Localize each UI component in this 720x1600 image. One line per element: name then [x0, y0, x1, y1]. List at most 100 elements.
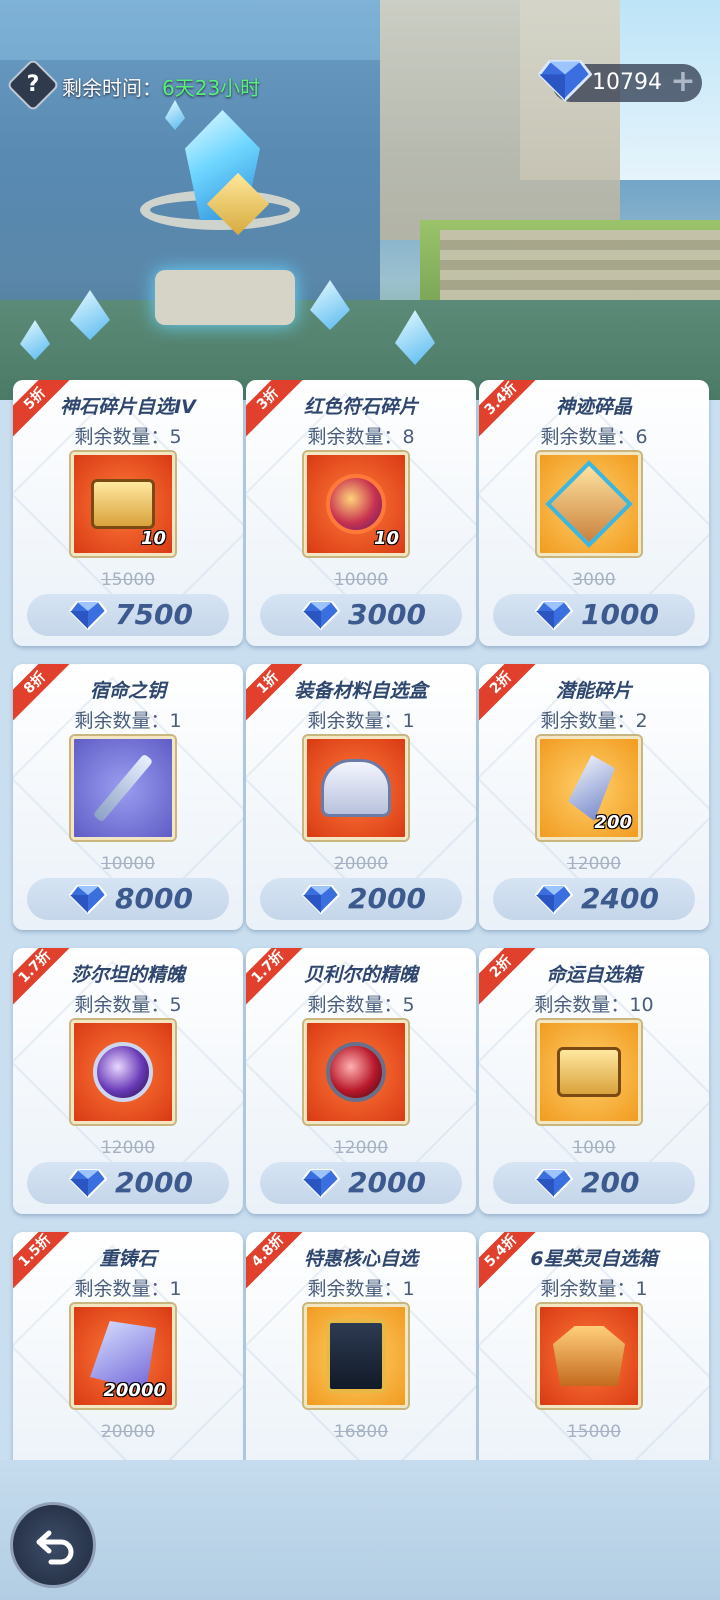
shop-item-card[interactable]: 5折 神石碎片自选IV 剩余数量：5 10 15000 7500	[13, 380, 243, 646]
buy-button[interactable]: 2000	[27, 1162, 229, 1204]
original-price: 3000	[572, 570, 616, 590]
item-name: 潜能碎片	[555, 680, 632, 702]
shop-item-card[interactable]: 1折 装备材料自选盒 剩余数量：1 20000 2000	[246, 664, 476, 930]
item-stock: 剩余数量：10	[534, 994, 654, 1016]
item-stock: 剩余数量：5	[74, 426, 182, 448]
gem-balance-panel: 10794 +	[538, 60, 702, 102]
item-name: 命运自选箱	[546, 964, 642, 986]
gem-balance: 10794	[592, 70, 662, 95]
ruin-wall	[380, 0, 620, 240]
core-card-icon[interactable]	[304, 1304, 408, 1408]
buy-button[interactable]: 8000	[27, 878, 229, 920]
back-button[interactable]	[10, 1502, 96, 1588]
crystal-pedestal	[155, 270, 295, 325]
original-price: 15000	[100, 570, 156, 590]
gem-icon	[535, 601, 573, 630]
shop-item-card[interactable]: 4.8折 特惠核心自选 剩余数量：1 16800	[246, 1232, 476, 1498]
shop-item-card[interactable]: 2折 潜能碎片 剩余数量：2 200 12000 2400	[479, 664, 709, 930]
remaining-time-value: 6天23小时	[162, 76, 261, 100]
buy-button[interactable]: 2400	[493, 878, 695, 920]
item-quantity: 10	[140, 528, 166, 549]
item-stock: 剩余数量：1	[307, 1278, 415, 1300]
item-stock: 剩余数量：5	[74, 994, 182, 1016]
original-price: 10000	[100, 854, 156, 874]
gem-icon	[538, 60, 592, 102]
shop-item-grid: 5折 神石碎片自选IV 剩余数量：5 10 15000 7500 3折 红色符石碎片 剩余数量：…	[0, 380, 720, 1498]
remaining-time-label: 剩余时间：	[62, 76, 162, 100]
item-name: 神石碎片自选IV	[60, 396, 196, 418]
item-quantity: 10	[373, 528, 399, 549]
buy-button[interactable]: 200	[493, 1162, 695, 1204]
buy-button[interactable]: 2000	[260, 878, 462, 920]
hero-helm-icon[interactable]	[537, 1304, 641, 1408]
add-gems-button[interactable]: +	[668, 66, 698, 98]
shop-item-card[interactable]: 1.5折 重铸石 剩余数量：1 20000 20000	[13, 1232, 243, 1498]
original-price: 1000	[572, 1138, 616, 1158]
item-stock: 剩余数量：1	[307, 710, 415, 732]
shop-item-card[interactable]: 1.7折 贝利尔的精魄 剩余数量：5 12000 2000	[246, 948, 476, 1214]
gem-icon	[535, 1169, 573, 1198]
original-price: 15000	[566, 1422, 622, 1442]
item-name: 装备材料自选盒	[294, 680, 428, 702]
item-name: 红色符石碎片	[303, 396, 418, 418]
item-name: 莎尔坦的精魄	[70, 964, 185, 986]
purple-orb-icon[interactable]	[71, 1020, 175, 1124]
potential-shard-icon[interactable]: 200	[537, 736, 641, 840]
item-stock: 剩余数量：5	[307, 994, 415, 1016]
sale-price: 3000	[348, 598, 426, 631]
gem-icon	[69, 601, 107, 630]
original-price: 12000	[333, 1138, 389, 1158]
buy-button[interactable]: 3000	[260, 594, 462, 636]
bottom-bar	[0, 1460, 720, 1600]
red-orb-icon[interactable]	[304, 1020, 408, 1124]
gem-icon	[69, 1169, 107, 1198]
shop-item-card[interactable]: 5.4折 6星英灵自选箱 剩余数量：1 15000	[479, 1232, 709, 1498]
recast-stone-icon[interactable]: 20000	[71, 1304, 175, 1408]
item-name: 贝利尔的精魄	[303, 964, 418, 986]
gem-icon	[302, 601, 340, 630]
buy-button[interactable]: 2000	[260, 1162, 462, 1204]
destiny-key-icon[interactable]	[71, 736, 175, 840]
sale-price: 1000	[581, 598, 659, 631]
item-name: 特惠核心自选	[303, 1248, 418, 1270]
shop-item-card[interactable]: 3折 红色符石碎片 剩余数量：8 10 10000 3000	[246, 380, 476, 646]
destiny-chest-icon[interactable]	[537, 1020, 641, 1124]
sale-price: 2000	[115, 1166, 193, 1199]
shop-item-card[interactable]: 3.4折 神迹碎晶 剩余数量：6 3000 1000	[479, 380, 709, 646]
shop-item-card[interactable]: 8折 宿命之钥 剩余数量：1 10000 8000	[13, 664, 243, 930]
item-quantity: 20000	[103, 1380, 166, 1401]
buy-button[interactable]: 1000	[493, 594, 695, 636]
back-arrow-icon	[36, 1530, 74, 1565]
original-price: 12000	[100, 1138, 156, 1158]
gem-icon	[69, 885, 107, 914]
gem-icon	[302, 1169, 340, 1198]
banner-scene	[0, 0, 720, 400]
item-name: 重铸石	[99, 1248, 157, 1270]
item-stock: 剩余数量：6	[540, 426, 648, 448]
sale-price: 8000	[115, 882, 193, 915]
item-name: 6星英灵自选箱	[530, 1248, 658, 1270]
original-price: 20000	[333, 854, 389, 874]
gem-icon	[535, 885, 573, 914]
shop-item-card[interactable]: 1.7折 莎尔坦的精魄 剩余数量：5 12000 2000	[13, 948, 243, 1214]
shop-item-card[interactable]: 2折 命运自选箱 剩余数量：10 1000 200	[479, 948, 709, 1214]
divine-crystal-icon[interactable]	[537, 452, 641, 556]
armor-box-icon[interactable]	[304, 736, 408, 840]
original-price: 20000	[100, 1422, 156, 1442]
item-name: 宿命之钥	[89, 680, 166, 702]
original-price: 12000	[566, 854, 622, 874]
remaining-time: 剩余时间：6天23小时	[62, 72, 260, 101]
sale-price: 2000	[348, 882, 426, 915]
buy-button[interactable]: 7500	[27, 594, 229, 636]
red-rune-icon[interactable]: 10	[304, 452, 408, 556]
sale-price: 7500	[115, 598, 193, 631]
item-stock: 剩余数量：1	[74, 1278, 182, 1300]
original-price: 10000	[333, 570, 389, 590]
item-name: 神迹碎晶	[555, 396, 632, 418]
sale-price: 2400	[581, 882, 659, 915]
item-stock: 剩余数量：1	[74, 710, 182, 732]
question-icon[interactable]: ?	[14, 66, 52, 104]
sale-price: 2000	[348, 1166, 426, 1199]
gold-chest-icon[interactable]: 10	[71, 452, 175, 556]
sale-price: 200	[581, 1166, 640, 1199]
